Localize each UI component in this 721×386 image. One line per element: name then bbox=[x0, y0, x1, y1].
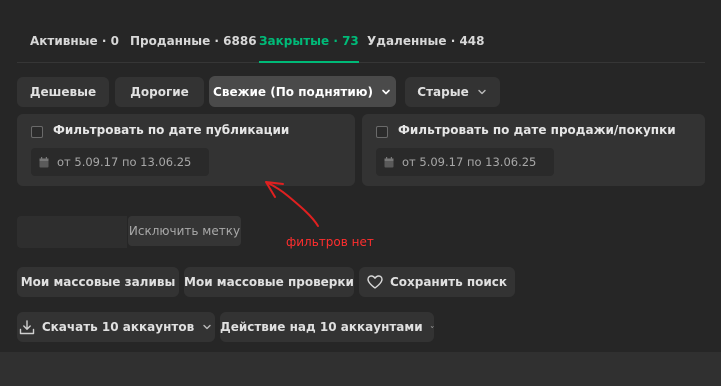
publication-date-range-input[interactable]: от 5.09.17 по 13.06.25 bbox=[31, 148, 209, 176]
publication-date-label: Фильтровать по дате публикации bbox=[53, 123, 290, 137]
sort-expensive-label: Дорогие bbox=[130, 85, 189, 99]
save-search-label: Сохранить поиск bbox=[389, 275, 508, 289]
tab-deleted[interactable]: Удаленные · 448 bbox=[367, 34, 485, 48]
sort-fresh-label: Свежие (По поднятию) bbox=[213, 84, 373, 99]
chevron-down-icon bbox=[382, 89, 390, 94]
sale-date-filter: Фильтровать по дате продажи/покупки от 5… bbox=[362, 114, 705, 186]
mass-checks-button[interactable]: Мои массовые проверки bbox=[184, 267, 354, 297]
sort-cheap-label: Дешевые bbox=[29, 85, 97, 99]
sale-date-checkbox[interactable] bbox=[376, 126, 388, 138]
mass-checks-label: Мои массовые проверки bbox=[184, 275, 354, 289]
bulk-action-label: Действие над 10 аккаунтами bbox=[220, 320, 423, 334]
tab-sold[interactable]: Проданные · 6886 bbox=[130, 34, 257, 48]
heart-icon bbox=[367, 275, 383, 289]
sale-date-label: Фильтровать по дате продажи/покупки bbox=[398, 123, 676, 137]
tab-closed[interactable]: Закрытые · 73 bbox=[259, 34, 359, 63]
chevron-down-icon bbox=[203, 324, 211, 330]
sort-cheap-button[interactable]: Дешевые bbox=[17, 77, 109, 107]
sort-fresh-button[interactable]: Свежие (По поднятию) bbox=[209, 76, 396, 107]
download-icon bbox=[19, 319, 35, 334]
tag-input[interactable] bbox=[17, 216, 127, 248]
download-accounts-button[interactable]: Скачать 10 аккаунтов bbox=[17, 312, 215, 342]
download-accounts-label: Скачать 10 аккаунтов bbox=[41, 320, 195, 334]
mass-uploads-label: Мои массовые заливы bbox=[20, 275, 176, 289]
sort-old-label: Старые bbox=[417, 85, 469, 99]
sort-old-button[interactable]: Старые bbox=[405, 77, 500, 107]
status-tabs: Активные · 0 Проданные · 6886 Закрытые ·… bbox=[17, 0, 705, 63]
publication-date-filter: Фильтровать по дате публикации от 5.09.1… bbox=[17, 114, 355, 186]
sale-date-range-input[interactable]: от 5.09.17 по 13.06.25 bbox=[376, 148, 554, 176]
sale-date-range: от 5.09.17 по 13.06.25 bbox=[402, 155, 537, 169]
tab-active[interactable]: Активные · 0 bbox=[30, 34, 119, 48]
chevron-down-icon bbox=[478, 89, 486, 95]
calendar-icon bbox=[39, 156, 49, 167]
calendar-icon bbox=[384, 156, 394, 167]
publication-date-range: от 5.09.17 по 13.06.25 bbox=[57, 155, 192, 169]
exclude-tag-button[interactable]: Исключить метку bbox=[128, 216, 241, 246]
publication-date-checkbox[interactable] bbox=[31, 126, 43, 138]
chevron-down-icon bbox=[430, 326, 434, 328]
exclude-tag-label: Исключить метку bbox=[128, 224, 241, 238]
mass-uploads-button[interactable]: Мои массовые заливы bbox=[17, 267, 179, 297]
main-panel: Активные · 0 Проданные · 6886 Закрытые ·… bbox=[0, 0, 721, 352]
annotation-note: фильтров нет bbox=[286, 235, 374, 249]
sort-expensive-button[interactable]: Дорогие bbox=[115, 77, 204, 107]
bulk-action-button[interactable]: Действие над 10 аккаунтами bbox=[220, 312, 434, 342]
bottom-strip bbox=[0, 352, 721, 386]
save-search-button[interactable]: Сохранить поиск bbox=[359, 267, 515, 297]
